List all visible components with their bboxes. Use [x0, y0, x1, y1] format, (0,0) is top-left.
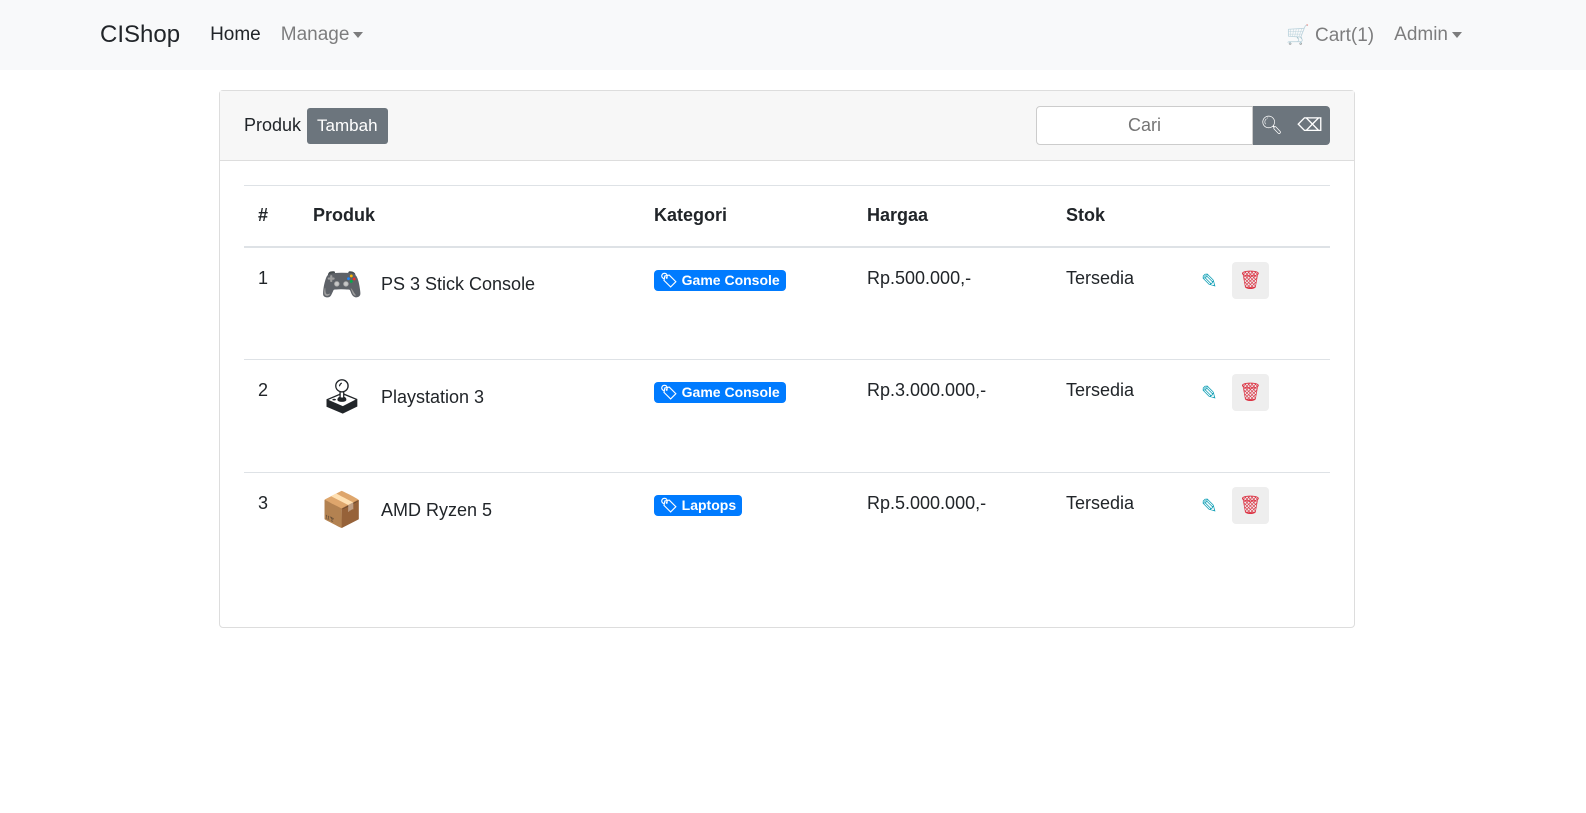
tag-icon: 🏷	[660, 271, 678, 288]
tag-icon: 🏷	[660, 384, 678, 400]
row-no: 1	[244, 246, 299, 360]
header-actions	[1187, 185, 1330, 248]
product-name: PS 3 Stick Console	[381, 274, 536, 294]
stock: Tersedia	[1052, 359, 1187, 473]
eraser-icon[interactable]: ⌫	[1297, 115, 1322, 136]
search-icon[interactable]: 🔍︎	[1260, 115, 1283, 136]
add-button[interactable]: Tambah	[307, 107, 388, 144]
edit-icon[interactable]: ✎	[1201, 494, 1218, 519]
category-label: Game Console	[681, 384, 780, 400]
brand[interactable]: CIShop	[100, 21, 180, 49]
price: Rp.3.000.000,-	[853, 359, 1052, 473]
product-image: 📦	[320, 491, 364, 529]
product-table: # Produk Kategori Hargaa Stok 1 🎮 PS 3 St…	[244, 185, 1330, 586]
header-category: Kategori	[640, 185, 853, 248]
trash-icon: 🗑	[1238, 269, 1262, 290]
category-label: Laptops	[681, 497, 737, 513]
product-image: 🎮	[320, 265, 364, 304]
table-row: 3 📦 AMD Ryzen 5 🏷 Laptops Rp.5.000.000,- …	[244, 473, 1330, 586]
product-image: 🕹	[320, 378, 364, 416]
row-no: 2	[244, 359, 299, 473]
table-row: 2 🕹 Playstation 3 🏷 Game Console Rp.3.000…	[244, 359, 1330, 473]
price: Rp.5.000.000,-	[867, 493, 987, 513]
cart-icon: 🛒	[1286, 25, 1310, 46]
row-no: 3	[258, 493, 269, 513]
nav-admin-dropdown[interactable]: Admin	[1394, 24, 1462, 46]
search-input[interactable]	[1036, 106, 1253, 145]
category-badge: 🏷 Game Console	[654, 382, 786, 403]
delete-button[interactable]: 🗑	[1231, 374, 1269, 411]
manage-label: Manage	[280, 24, 350, 45]
card-title: Produk	[244, 115, 302, 135]
nav-manage-dropdown[interactable]: Manage	[281, 24, 364, 46]
delete-button[interactable]: 🗑	[1231, 487, 1269, 524]
header-product: Produk	[299, 185, 640, 248]
category-label: Game Console	[681, 271, 780, 288]
caret-down-icon	[353, 31, 364, 38]
stock: Tersedia	[1066, 493, 1135, 513]
table-row: 1 🎮 PS 3 Stick Console 🏷 Game Console Rp.…	[244, 246, 1330, 360]
header-no: #	[244, 185, 299, 248]
edit-icon[interactable]: ✎	[1201, 269, 1218, 294]
edit-icon[interactable]: ✎	[1201, 381, 1218, 406]
trash-icon: 🗑	[1238, 382, 1262, 402]
tag-icon: 🏷	[660, 497, 678, 513]
product-name: AMD Ryzen 5	[381, 499, 493, 520]
nav-cart[interactable]: 🛒 Cart(1)	[1286, 23, 1374, 47]
price: Rp.500.000,-	[853, 246, 1052, 360]
admin-label: Admin	[1394, 24, 1448, 45]
product-name: Playstation 3	[381, 386, 485, 407]
caret-down-icon	[1452, 31, 1462, 38]
header-stock: Stok	[1052, 185, 1187, 248]
delete-button[interactable]: 🗑	[1231, 261, 1269, 299]
card-header: Produk Tambah 🔍︎ ⌫	[220, 91, 1354, 161]
nav-home[interactable]: Home	[210, 24, 261, 46]
header-price: Hargaa	[853, 185, 1052, 248]
navbar: CIShop Home Manage 🛒 Cart(1) Admin	[0, 0, 1586, 70]
stock: Tersedia	[1052, 246, 1187, 360]
trash-icon: 🗑	[1238, 495, 1262, 515]
category-badge: 🏷 Laptops	[654, 495, 743, 516]
cart-label: Cart(1)	[1315, 25, 1375, 46]
category-badge: 🏷 Game Console	[654, 269, 786, 291]
product-card: Produk Tambah 🔍︎ ⌫ # Produk Kategori Harg…	[219, 90, 1355, 628]
search-group: 🔍︎ ⌫	[1036, 106, 1330, 145]
